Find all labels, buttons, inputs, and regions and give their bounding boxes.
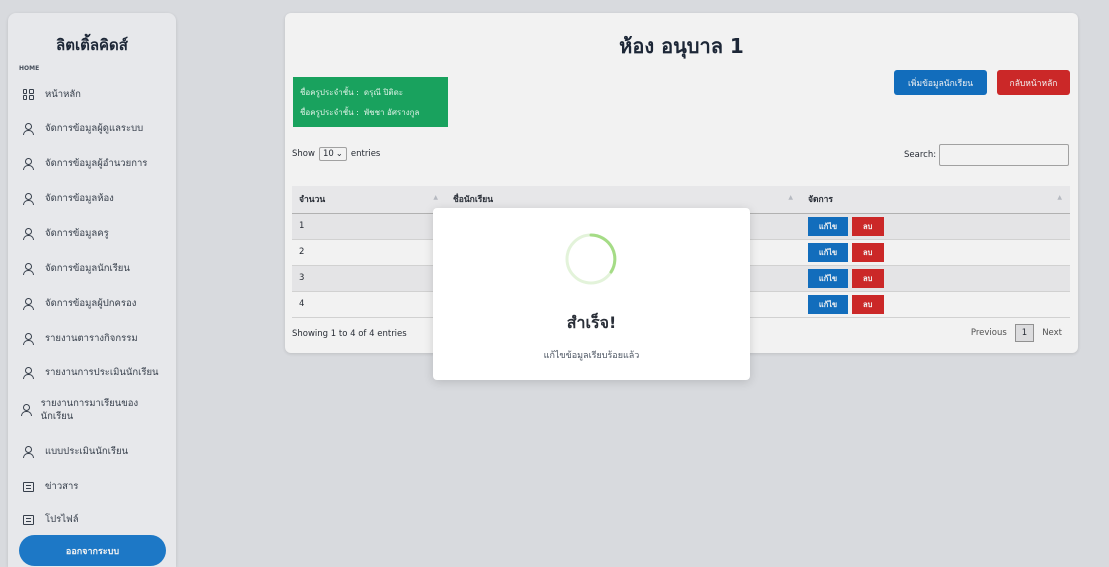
success-spinner-icon	[565, 233, 617, 285]
app: ลิตเติ้ลคิดส์ HOME หน้าหลัก จัดการข้อมูล…	[0, 0, 1109, 567]
modal-title: สำเร็จ!	[566, 313, 617, 332]
modal-message: แก้ไขข้อมูลเรียบร้อยแล้ว	[543, 351, 640, 361]
success-modal: สำเร็จ! แก้ไขข้อมูลเรียบร้อยแล้ว	[433, 208, 750, 380]
